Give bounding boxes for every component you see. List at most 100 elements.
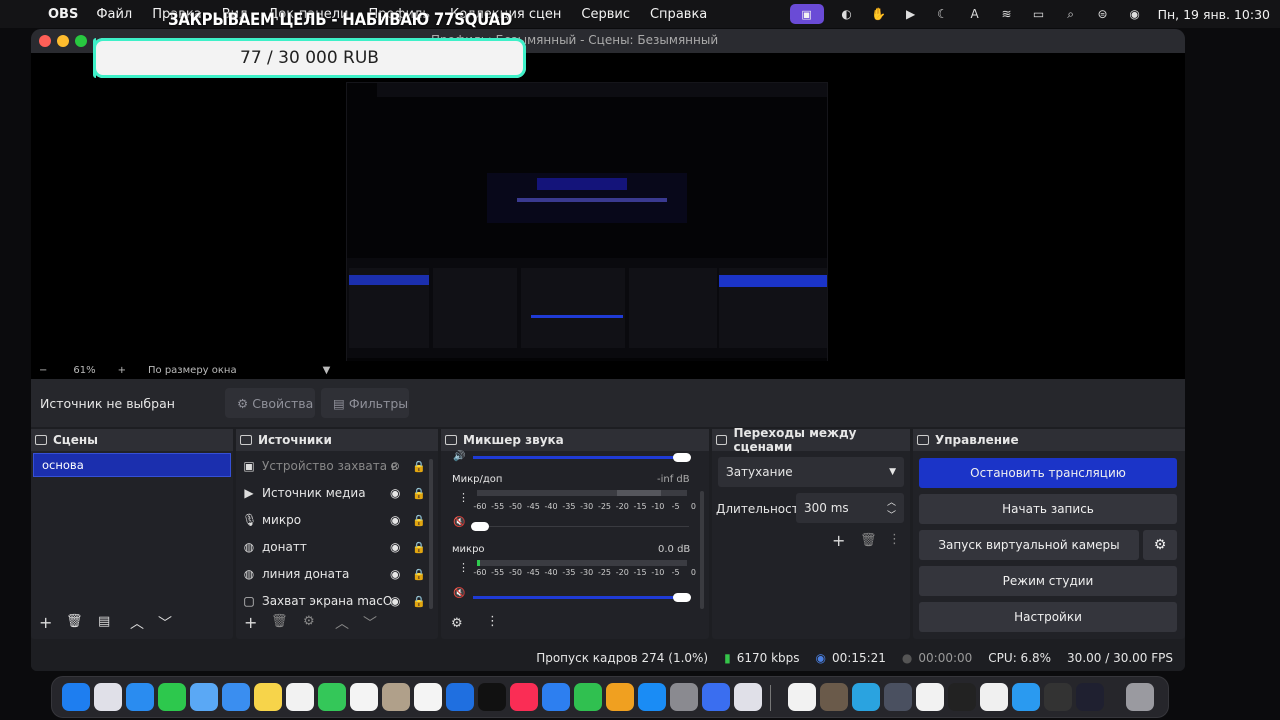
prev-channel-volume-slider[interactable] — [473, 456, 683, 459]
eye-icon[interactable]: ◉ — [390, 513, 400, 527]
lock-icon[interactable]: 🔒 — [412, 595, 426, 608]
safari-icon[interactable] — [126, 683, 154, 711]
mixer-scrollbar[interactable] — [700, 491, 704, 609]
virtual-camera-button[interactable]: Запуск виртуальной камеры — [919, 530, 1139, 560]
freeform-icon[interactable] — [446, 683, 474, 711]
duration-spinbox[interactable]: 300 ms ︿ ﹀ — [796, 493, 904, 523]
eye-icon[interactable]: ◉ — [390, 567, 400, 581]
menu-tools[interactable]: Сервис — [581, 7, 630, 22]
slider-thumb[interactable] — [471, 522, 489, 531]
moon-icon[interactable]: ☾ — [934, 6, 952, 22]
studio-mode-button[interactable]: Режим студии — [919, 566, 1177, 596]
settings-button[interactable]: Настройки — [919, 602, 1177, 632]
finder-icon[interactable] — [62, 683, 90, 711]
source-item[interactable]: ▣ Устройство захвата в ⊘ 🔒 — [242, 454, 425, 478]
chevron-up-icon[interactable]: ︿ — [130, 613, 144, 633]
maximize-window-button[interactable] — [75, 35, 87, 47]
v2-icon[interactable] — [1044, 683, 1072, 711]
minimize-window-button[interactable] — [57, 35, 69, 47]
channel-volume-slider[interactable] — [473, 596, 683, 599]
notes-icon[interactable] — [254, 683, 282, 711]
telegram-icon[interactable] — [852, 683, 880, 711]
siri-icon[interactable]: ◉ — [1126, 6, 1144, 22]
gear-icon[interactable]: ⚙ — [303, 614, 315, 629]
pages-icon[interactable] — [606, 683, 634, 711]
sync-icon[interactable]: ◐ — [838, 6, 856, 22]
chevron-down-icon[interactable]: ﹀ — [363, 613, 377, 633]
numbers-icon[interactable] — [574, 683, 602, 711]
add-transition-button[interactable]: + — [832, 531, 845, 550]
lock-icon[interactable]: 🔒 — [412, 460, 426, 473]
speaker-icon[interactable]: 🔊 — [453, 451, 465, 462]
source-item[interactable]: 🎙 микро ◉ 🔒 — [242, 508, 426, 532]
more-vertical-icon[interactable]: ⋮ — [458, 561, 469, 574]
photos-icon[interactable] — [286, 683, 314, 711]
source-item[interactable]: ◍ линия доната ◉ 🔒 — [242, 562, 426, 586]
source-item[interactable]: ▢ Захват экрана macO ◉ 🔒 — [242, 589, 425, 613]
eye-off-icon[interactable]: ⊘ — [390, 459, 400, 473]
eye-icon[interactable]: ◉ — [390, 540, 400, 554]
trash-icon[interactable] — [1126, 683, 1154, 711]
menu-clock[interactable]: Пн, 19 янв. 10:30 — [1158, 7, 1270, 22]
app-icon[interactable] — [1012, 683, 1040, 711]
facetime-icon[interactable] — [318, 683, 346, 711]
slider-thumb[interactable] — [673, 453, 691, 462]
properties-button[interactable]: ⚙ Свойства — [225, 388, 315, 418]
app-store-icon[interactable] — [638, 683, 666, 711]
terminal-icon[interactable] — [948, 683, 976, 711]
iphone-mirroring-icon[interactable] — [702, 683, 730, 711]
chevron-up-icon[interactable]: ︿ — [887, 495, 896, 508]
muted-speaker-icon[interactable]: 🔇 — [453, 517, 465, 528]
yandex-browser-icon[interactable] — [788, 683, 816, 711]
trash-icon[interactable]: 🗑 — [66, 614, 83, 629]
trash-icon[interactable]: 🗑 — [271, 614, 288, 629]
keynote-icon[interactable] — [542, 683, 570, 711]
system-settings-icon[interactable] — [670, 683, 698, 711]
menu-help[interactable]: Справка — [650, 7, 707, 22]
menu-file[interactable]: Файл — [96, 7, 132, 22]
control-center-icon[interactable]: ⊜ — [1094, 6, 1112, 22]
play-circle-icon[interactable]: ▶ — [902, 6, 920, 22]
wifi-icon[interactable]: ≋ — [998, 6, 1016, 22]
search-icon[interactable]: ⌕ — [1062, 6, 1080, 22]
obs-icon[interactable] — [1076, 683, 1104, 711]
start-record-button[interactable]: Начать запись — [919, 494, 1177, 524]
lock-icon[interactable]: 🔒 — [412, 514, 426, 527]
lock-icon[interactable]: 🔒 — [412, 487, 426, 500]
channel-volume-slider[interactable] — [489, 526, 689, 527]
chevron-down-icon[interactable]: ▼ — [323, 365, 331, 376]
eye-icon[interactable]: ◉ — [390, 594, 400, 608]
source-item[interactable]: ◍ донатт ◉ 🔒 — [242, 535, 426, 559]
lock-icon[interactable]: 🔒 — [412, 568, 426, 581]
app-icon[interactable] — [820, 683, 848, 711]
maps-icon[interactable] — [190, 683, 218, 711]
muted-speaker-icon[interactable]: 🔇 — [453, 588, 465, 599]
screen-record-icon[interactable]: ▣ — [789, 4, 824, 24]
transition-select[interactable]: Затухание ▼ — [718, 457, 904, 487]
stop-stream-button[interactable]: Остановить трансляцию — [919, 458, 1177, 488]
input-source-icon[interactable]: A — [966, 6, 984, 22]
gear-icon[interactable]: ⚙ — [451, 616, 463, 631]
close-window-button[interactable] — [39, 35, 51, 47]
more-vertical-icon[interactable]: ⋮ — [888, 532, 901, 547]
music-icon[interactable] — [510, 683, 538, 711]
mail-icon[interactable] — [222, 683, 250, 711]
app-icon[interactable] — [884, 683, 912, 711]
add-scene-button[interactable]: + — [39, 613, 52, 632]
gmail-icon[interactable] — [916, 683, 944, 711]
hand-icon[interactable]: ✋ — [870, 6, 888, 22]
slider-thumb[interactable] — [673, 593, 691, 602]
add-source-button[interactable]: + — [244, 613, 257, 632]
sources-scrollbar[interactable] — [429, 459, 433, 609]
tv-icon[interactable] — [478, 683, 506, 711]
menu-app-name[interactable]: OBS — [48, 7, 78, 22]
contacts-icon[interactable] — [382, 683, 410, 711]
zoom-out-button[interactable]: − — [39, 365, 47, 376]
launchpad-icon[interactable] — [94, 683, 122, 711]
calendar-icon[interactable] — [350, 683, 378, 711]
more-vertical-icon[interactable]: ⋮ — [458, 491, 469, 504]
reminders-icon[interactable] — [414, 683, 442, 711]
chevron-up-icon[interactable]: ︿ — [335, 613, 349, 633]
more-vertical-icon[interactable]: ⋮ — [486, 614, 499, 629]
eye-icon[interactable]: ◉ — [390, 486, 400, 500]
